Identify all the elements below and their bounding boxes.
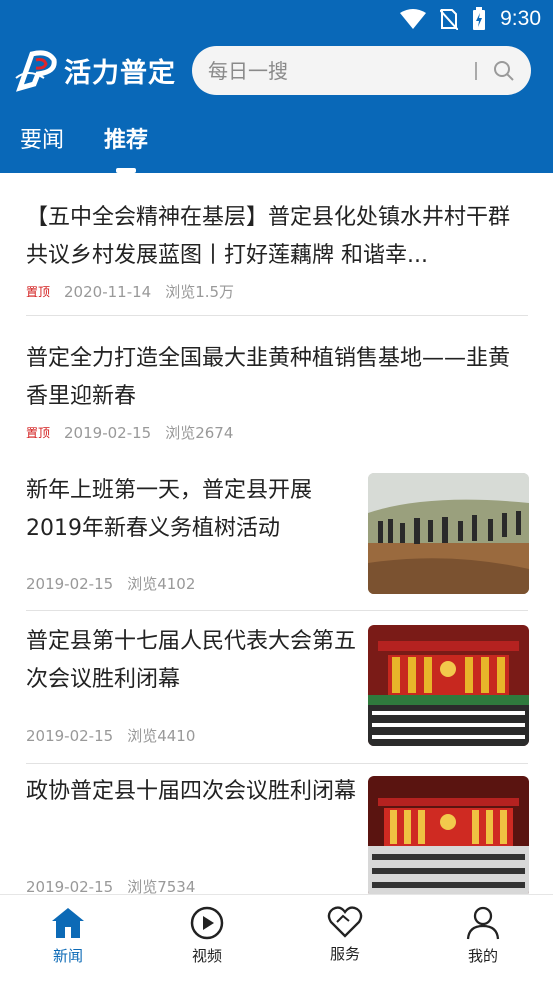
divider xyxy=(26,315,528,316)
app-name: 活力普定 xyxy=(64,57,176,89)
news-title: 普定全力打造全国最大韭黄种植销售基地——韭黄香里迎新春 xyxy=(26,346,511,409)
battery-charging-icon xyxy=(473,7,486,30)
news-date: 2019-02-15 xyxy=(26,574,114,593)
divider xyxy=(26,610,528,611)
search-divider xyxy=(475,61,477,80)
wifi-icon xyxy=(400,9,427,29)
news-views: 浏览1.5万 xyxy=(165,283,235,301)
tab-headlines[interactable]: 要闻 xyxy=(20,122,64,154)
news-item[interactable]: 政协普定县十届四次会议胜利闭幕 xyxy=(26,773,356,811)
news-item[interactable]: 普定全力打造全国最大韭黄种植销售基地——韭黄香里迎新春 置顶 2019-02-1… xyxy=(26,340,528,443)
news-item[interactable]: 【五中全会精神在基层】普定县化处镇水井村干群共议乡村发展蓝图丨打好莲藕牌 和谐幸… xyxy=(26,199,528,302)
news-meta: 2019-02-15 浏览7534 xyxy=(26,876,196,895)
news-views: 浏览4410 xyxy=(127,727,196,745)
news-thumbnail[interactable] xyxy=(368,625,529,746)
news-meta: 2019-02-15 浏览4410 xyxy=(26,725,195,746)
nav-profile-label: 我的 xyxy=(467,947,498,965)
pinned-badge: 置顶 xyxy=(26,285,51,299)
tree-planting-image xyxy=(368,473,529,594)
logo-emblem-icon xyxy=(15,50,57,92)
status-bar: 9:30 xyxy=(400,6,541,32)
search-bar[interactable] xyxy=(192,46,531,95)
divider xyxy=(26,763,528,764)
no-sim-icon xyxy=(440,9,459,30)
news-title: 【五中全会精神在基层】普定县化处镇水井村干群共议乡村发展蓝图丨打好莲藕牌 和谐幸… xyxy=(26,205,511,268)
news-views: 浏览7534 xyxy=(127,878,196,894)
home-icon xyxy=(52,908,84,938)
news-thumbnail[interactable] xyxy=(368,473,529,594)
heart-icon xyxy=(327,906,363,938)
news-date: 2019-02-15 xyxy=(26,877,114,895)
news-meta: 2019-02-15 浏览4102 xyxy=(26,573,195,594)
nav-news[interactable]: 新闻 xyxy=(28,905,108,966)
nav-video-label: 视频 xyxy=(191,947,222,965)
nav-services[interactable]: 服务 xyxy=(305,905,385,964)
news-item[interactable]: 普定县第十七届人民代表大会第五次会议胜利闭幕 xyxy=(26,623,356,699)
search-icon[interactable] xyxy=(493,60,515,82)
user-icon xyxy=(466,906,500,940)
news-meta: 置顶 2020-11-14 浏览1.5万 xyxy=(26,281,528,302)
app-header: 9:30 活力普定 要闻 推荐 xyxy=(0,0,553,173)
news-title: 普定县第十七届人民代表大会第五次会议胜利闭幕 xyxy=(26,629,357,692)
news-item[interactable]: 新年上班第一天，普定县开展2019年新春义务植树活动 xyxy=(26,472,356,548)
news-views: 浏览4102 xyxy=(127,575,196,593)
news-views: 浏览2674 xyxy=(165,424,234,442)
tab-recommended[interactable]: 推荐 xyxy=(104,122,148,154)
nav-video[interactable]: 视频 xyxy=(167,905,247,966)
news-meta: 置顶 2019-02-15 浏览2674 xyxy=(26,422,528,443)
status-time: 9:30 xyxy=(500,7,541,30)
congress-hall-image xyxy=(368,625,529,746)
news-title: 新年上班第一天，普定县开展2019年新春义务植树活动 xyxy=(26,478,313,541)
news-date: 2019-02-15 xyxy=(26,726,114,745)
news-feed: 【五中全会精神在基层】普定县化处镇水井村干群共议乡村发展蓝图丨打好莲藕牌 和谐幸… xyxy=(0,173,553,894)
tab-bar: 要闻 推荐 xyxy=(0,112,553,173)
bottom-nav: 新闻 视频 服务 我的 xyxy=(0,894,553,983)
news-date: 2020-11-14 xyxy=(64,282,152,301)
app-logo: 活力普定 xyxy=(14,48,176,92)
news-title: 政协普定县十届四次会议胜利闭幕 xyxy=(26,779,357,804)
play-icon xyxy=(190,906,224,940)
search-input[interactable] xyxy=(208,58,475,83)
pinned-badge: 置顶 xyxy=(26,426,51,440)
nav-profile[interactable]: 我的 xyxy=(443,905,523,966)
news-date: 2019-02-15 xyxy=(64,423,152,442)
nav-services-label: 服务 xyxy=(329,945,360,963)
news-thumbnail[interactable] xyxy=(368,776,529,894)
cppcc-hall-image xyxy=(368,776,529,894)
nav-news-label: 新闻 xyxy=(52,947,83,965)
